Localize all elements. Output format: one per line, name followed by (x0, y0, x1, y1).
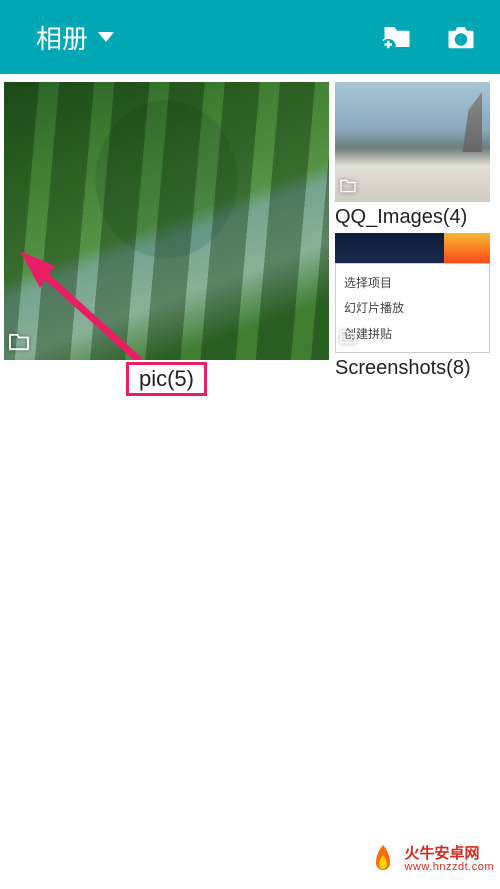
album-side-column: QQ_Images(4) 选择项目 幻灯片播放 创建拼贴 Screenshots… (335, 82, 490, 394)
menu-item-select[interactable]: 选择项目 (344, 274, 481, 291)
album-pic-thumbnail[interactable] (4, 82, 329, 360)
watermark-logo-icon (368, 843, 398, 877)
header-title: 相册 (36, 19, 88, 56)
album-main-label-row: pic(5) (4, 364, 329, 394)
album-pic-label: pic(5) (126, 362, 207, 396)
menu-item-slideshow[interactable]: 幻灯片播放 (344, 299, 481, 316)
header-actions (382, 24, 484, 50)
camera-icon[interactable] (446, 24, 476, 50)
app-header: 相册 (0, 0, 500, 74)
album-qqimages-label: QQ_Images(4) (335, 204, 490, 231)
album-dropdown[interactable]: 相册 (16, 19, 114, 56)
annotation-arrow (10, 246, 150, 360)
watermark: 火牛安卓网 www.hnzzdt.com (368, 843, 494, 877)
album-main-column: pic(5) (4, 82, 329, 394)
menu-item-collage[interactable]: 创建拼贴 (344, 325, 481, 342)
watermark-line2: www.hnzzdt.com (404, 862, 494, 874)
album-grid: pic(5) QQ_Images(4) 选择项目 幻灯片播放 创建拼贴 Scre… (0, 74, 500, 402)
album-qqimages-thumbnail[interactable] (335, 82, 490, 202)
folder-icon (8, 333, 30, 356)
context-menu: 选择项目 幻灯片播放 创建拼贴 (335, 263, 490, 353)
watermark-line1: 火牛安卓网 (404, 846, 494, 862)
album-screenshots-thumbnail[interactable]: 选择项目 幻灯片播放 创建拼贴 (335, 233, 490, 353)
folder-icon (339, 330, 357, 349)
chevron-down-icon (98, 32, 114, 42)
folder-icon (339, 179, 357, 198)
album-screenshots-label: Screenshots(8) (335, 355, 490, 382)
add-folder-icon[interactable] (382, 24, 412, 50)
